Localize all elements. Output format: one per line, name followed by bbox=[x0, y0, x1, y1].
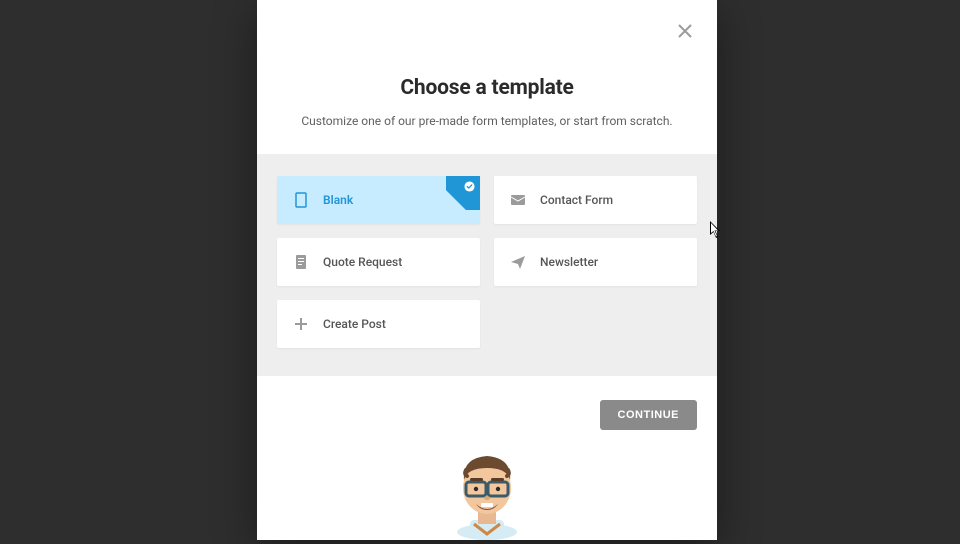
templates-section: Blank Contact Form Quote Request bbox=[257, 154, 717, 376]
template-card-newsletter[interactable]: Newsletter bbox=[494, 238, 697, 286]
modal-footer: CONTINUE bbox=[257, 376, 717, 440]
close-icon bbox=[678, 23, 692, 42]
close-button[interactable] bbox=[673, 20, 697, 44]
template-card-contact-form[interactable]: Contact Form bbox=[494, 176, 697, 224]
templates-grid: Blank Contact Form Quote Request bbox=[277, 176, 697, 348]
template-modal: Choose a template Customize one of our p… bbox=[257, 0, 717, 540]
modal-header: Choose a template Customize one of our p… bbox=[257, 0, 717, 154]
document-icon bbox=[293, 254, 309, 270]
modal-title: Choose a template bbox=[287, 76, 687, 100]
mascot-avatar bbox=[432, 440, 542, 540]
template-label: Create Post bbox=[323, 317, 386, 331]
selected-badge bbox=[446, 176, 480, 210]
template-card-quote-request[interactable]: Quote Request bbox=[277, 238, 480, 286]
file-icon bbox=[293, 192, 309, 208]
template-label: Quote Request bbox=[323, 255, 402, 269]
continue-button[interactable]: CONTINUE bbox=[600, 400, 697, 430]
mail-icon bbox=[510, 192, 526, 208]
send-icon bbox=[510, 254, 526, 270]
mouse-cursor bbox=[710, 221, 722, 239]
template-card-blank[interactable]: Blank bbox=[277, 176, 480, 224]
plus-icon bbox=[293, 316, 309, 332]
template-label: Newsletter bbox=[540, 255, 598, 269]
template-card-create-post[interactable]: Create Post bbox=[277, 300, 480, 348]
modal-subtitle: Customize one of our pre-made form templ… bbox=[287, 114, 687, 128]
template-label: Contact Form bbox=[540, 193, 613, 207]
template-label: Blank bbox=[323, 193, 353, 207]
